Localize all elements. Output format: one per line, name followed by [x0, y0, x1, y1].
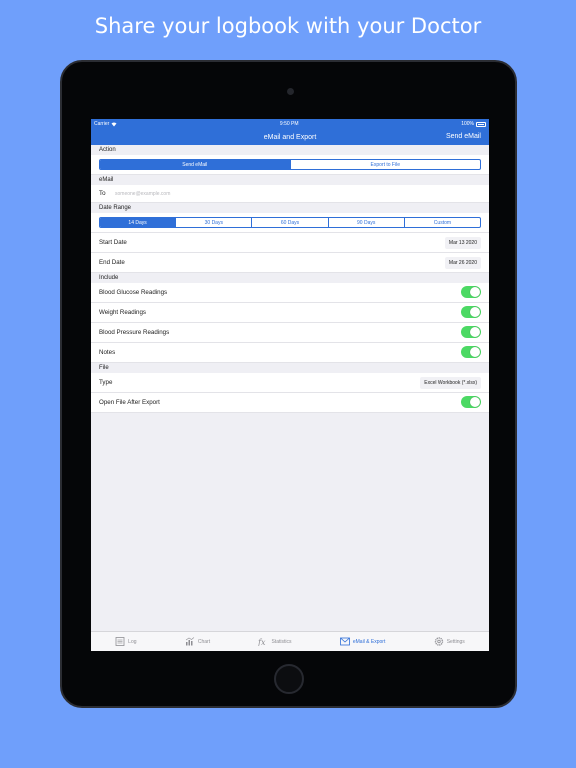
- battery-icon: [475, 121, 486, 127]
- open-file-toggle[interactable]: [461, 396, 481, 408]
- battery-percent: 100%: [461, 121, 474, 127]
- email-to-input[interactable]: [115, 190, 481, 197]
- tab-bar: Log Chart fx Statistics eMail & Export S…: [91, 631, 489, 651]
- include-row-weight: Weight Readings: [91, 303, 489, 323]
- home-button[interactable]: [274, 664, 304, 694]
- tab-chart[interactable]: Chart: [185, 637, 210, 646]
- carrier-label: Carrier: [94, 121, 110, 127]
- tab-label: Chart: [197, 638, 211, 645]
- status-bar: Carrier 9:50 PM 100%: [91, 119, 489, 129]
- segment-14-days[interactable]: 14 Days: [100, 218, 176, 227]
- start-date-label: Start Date: [99, 239, 127, 246]
- tab-label: Statistics: [271, 638, 292, 645]
- include-header: Include: [99, 275, 119, 281]
- segment-60-days[interactable]: 60 Days: [251, 218, 327, 227]
- blood-glucose-toggle[interactable]: [461, 286, 481, 298]
- file-header: File: [99, 365, 109, 371]
- tab-log[interactable]: Log: [115, 637, 137, 646]
- include-label: Notes: [99, 349, 116, 356]
- app-screen: Carrier 9:50 PM 100% eMail and Export Se…: [91, 119, 489, 651]
- include-row-blood-glucose: Blood Glucose Readings: [91, 283, 489, 303]
- open-file-row: Open File After Export: [91, 393, 489, 413]
- segment-30-days[interactable]: 30 Days: [175, 218, 251, 227]
- start-date-row: Start Date Mar 13 2020: [91, 233, 489, 253]
- end-date-row: End Date Mar 26 2020: [91, 253, 489, 273]
- date-range-segmented-control: 14 Days 30 Days 60 Days 90 Days Custom: [99, 217, 481, 228]
- tab-label: Log: [128, 638, 137, 645]
- send-email-button[interactable]: Send eMail: [446, 133, 481, 140]
- file-type-label: Type: [99, 379, 113, 386]
- ipad-frame: Carrier 9:50 PM 100% eMail and Export Se…: [60, 60, 517, 708]
- fx-icon: fx: [258, 638, 266, 646]
- file-type-picker[interactable]: Excel Workbook (*.xlsx): [420, 377, 481, 389]
- action-segment-row: Send eMail Export to File: [91, 155, 489, 175]
- end-date-label: End Date: [99, 259, 125, 266]
- chart-icon: [185, 637, 195, 646]
- tab-label: eMail & Export: [352, 638, 386, 645]
- blood-pressure-toggle[interactable]: [461, 326, 481, 338]
- end-date-picker[interactable]: Mar 26 2020: [444, 257, 481, 269]
- include-row-notes: Notes: [91, 343, 489, 363]
- notes-toggle[interactable]: [461, 346, 481, 358]
- include-label: Blood Glucose Readings: [99, 289, 168, 296]
- date-range-segment-row: 14 Days 30 Days 60 Days 90 Days Custom: [91, 213, 489, 233]
- tab-email-export[interactable]: eMail & Export: [339, 637, 386, 646]
- email-to-row: To: [91, 185, 489, 203]
- camera: [287, 88, 294, 95]
- segment-send-email[interactable]: Send eMail: [100, 160, 290, 169]
- segment-export-to-file[interactable]: Export to File: [289, 160, 481, 169]
- svg-text:fx: fx: [258, 638, 266, 646]
- log-icon: [115, 637, 125, 646]
- file-type-row: Type Excel Workbook (*.xlsx): [91, 373, 489, 393]
- nav-title: eMail and Export: [263, 133, 317, 141]
- wifi-icon: [111, 122, 117, 126]
- headline: Share your logbook with your Doctor: [94, 14, 482, 38]
- include-label: Weight Readings: [99, 309, 147, 316]
- clock: 9:50 PM: [279, 121, 299, 127]
- action-header: Action: [99, 147, 116, 153]
- segment-90-days[interactable]: 90 Days: [327, 218, 404, 227]
- start-date-picker[interactable]: Mar 13 2020: [444, 237, 481, 249]
- gear-icon: [434, 637, 443, 646]
- tab-statistics[interactable]: fx Statistics: [258, 637, 291, 646]
- tab-settings[interactable]: Settings: [434, 637, 465, 646]
- open-file-label: Open File After Export: [99, 399, 160, 406]
- include-label: Blood Pressure Readings: [99, 329, 170, 336]
- action-segmented-control: Send eMail Export to File: [99, 159, 481, 170]
- email-header: eMail: [99, 177, 114, 183]
- tab-label: Settings: [446, 638, 465, 645]
- to-label: To: [99, 190, 106, 197]
- weight-toggle[interactable]: [461, 306, 481, 318]
- envelope-icon: [339, 637, 350, 646]
- nav-bar: eMail and Export Send eMail: [91, 129, 489, 145]
- date-range-header: Date Range: [99, 205, 132, 211]
- segment-custom[interactable]: Custom: [403, 218, 480, 227]
- include-row-blood-pressure: Blood Pressure Readings: [91, 323, 489, 343]
